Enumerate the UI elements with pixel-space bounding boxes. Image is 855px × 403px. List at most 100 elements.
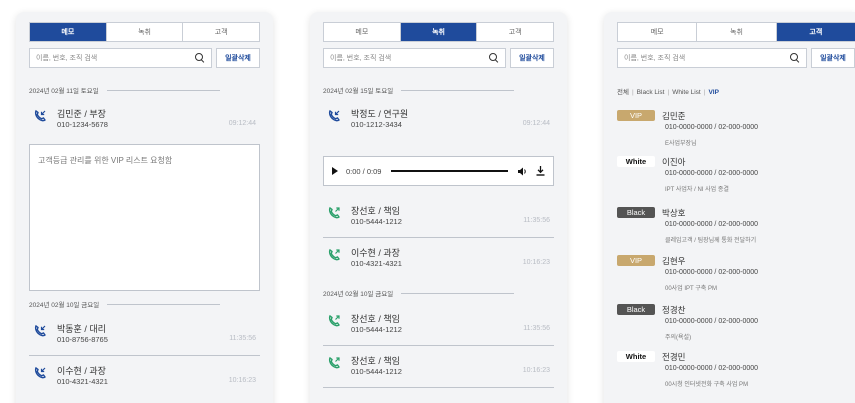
incoming-call-icon — [34, 109, 46, 122]
caller-name: 박동훈 / 대리 — [57, 324, 106, 334]
customer-note: 주의(욕설) — [665, 335, 692, 341]
search-placeholder: 이름, 번호, 조직 검색 — [624, 55, 686, 62]
divider — [323, 387, 554, 388]
customer-item[interactable]: White 이진아 010-0000-0000 / 02-000-0000 IP… — [617, 154, 851, 198]
customer-item[interactable]: Black 박상호 010-0000-0000 / 02-000-0000 클레… — [617, 205, 851, 249]
caller-name: 김민준 / 부장 — [57, 109, 106, 119]
caller-number: 010-5444-1212 — [351, 325, 402, 334]
volume-icon[interactable] — [518, 167, 528, 176]
search-row: 이름, 번호, 조직 검색 일괄삭제 — [617, 48, 855, 68]
date-separator: 2024년 02월 15일 토요일 — [323, 85, 554, 95]
search-icon[interactable] — [790, 53, 800, 63]
customer-note: 00사업 IPT 구축 PM — [665, 286, 717, 292]
customer-name: 김민준 — [662, 111, 686, 121]
tab-record[interactable]: 녹취 — [697, 23, 777, 41]
call-time: 11:35:56 — [523, 325, 550, 332]
filter-divider: | — [703, 89, 706, 96]
search-input[interactable]: 이름, 번호, 조직 검색 — [617, 48, 807, 68]
customer-item[interactable]: White 전경민 010-0000-0000 / 02-000-0000 00… — [617, 349, 851, 393]
call-item[interactable]: 박정도 / 연구원 010-1212-3434 09:12:44 — [323, 105, 554, 141]
call-item[interactable]: 김민준 / 부장 010-1234-5678 09:12:44 — [29, 105, 260, 141]
date-separator: 2024년 02월 10일 금요일 — [29, 299, 260, 309]
call-item[interactable]: 장선호 / 책임 010-5444-1212 10:16:23 — [323, 352, 554, 388]
call-time: 10:16:23 — [522, 367, 550, 374]
filter-all[interactable]: 전체 — [617, 89, 629, 96]
grade-badge: Black — [617, 304, 655, 315]
call-item[interactable]: 장선호 / 책임 010-5444-1212 11:35:56 — [323, 202, 554, 238]
caller-name: 박정도 / 연구원 — [351, 109, 409, 119]
tab-memo[interactable]: 메모 — [30, 23, 107, 41]
caller-number: 010-5444-1212 — [351, 367, 402, 376]
grade-badge: VIP — [617, 255, 655, 266]
customer-phones: 010-0000-0000 / 02-000-0000 — [665, 269, 759, 276]
customer-phones: 010-0000-0000 / 02-000-0000 — [665, 221, 759, 228]
delete-all-button[interactable]: 일괄삭제 — [216, 48, 260, 68]
call-time: 10:16:23 — [522, 259, 550, 266]
filter-black-list[interactable]: Black List — [637, 89, 665, 96]
caller-name: 이수현 / 과장 — [57, 366, 106, 376]
incoming-call-icon — [328, 109, 340, 122]
call-item[interactable]: 장선호 / 책임 010-5444-1212 11:35:56 — [323, 310, 554, 346]
search-input[interactable]: 이름, 번호, 조직 검색 — [323, 48, 506, 68]
customer-panel: 메모 녹취 고객 이름, 번호, 조직 검색 일괄삭제 전체 | Black Lis… — [604, 12, 855, 403]
memo-textarea[interactable]: 고객등급 관리를 위한 VIP 리스트 요청함 — [29, 144, 260, 291]
tab-memo[interactable]: 메모 — [618, 23, 698, 41]
memo-panel: 메모 녹취 고객 이름, 번호, 조직 검색 일괄삭제 2024년 02월 11… — [16, 12, 273, 403]
outgoing-call-icon — [328, 248, 340, 261]
date-separator: 2024년 02월 11일 토요일 — [29, 85, 260, 95]
customer-name: 김현우 — [662, 256, 686, 266]
tab-memo[interactable]: 메모 — [324, 23, 401, 41]
tab-record[interactable]: 녹취 — [107, 23, 184, 41]
date-separator: 2024년 02월 10일 금요일 — [323, 288, 554, 298]
customer-note: E사업부장님 — [665, 141, 697, 147]
caller-number: 010-8756-8765 — [57, 335, 108, 344]
play-icon[interactable] — [332, 167, 338, 175]
customer-phones: 010-0000-0000 / 02-000-0000 — [665, 318, 759, 325]
customer-item[interactable]: VIP 김민준 010-0000-0000 / 02-000-0000 E사업부… — [617, 108, 851, 152]
tab-customer[interactable]: 고객 — [183, 23, 259, 41]
filter-vip[interactable]: VIP — [708, 89, 718, 96]
filter-divider: | — [667, 89, 670, 96]
customer-filter: 전체 | Black List | White List | VIP — [617, 86, 719, 96]
divider — [323, 237, 554, 238]
call-time: 11:35:56 — [523, 217, 550, 224]
search-icon[interactable] — [195, 53, 205, 63]
tab-customer[interactable]: 고객 — [776, 23, 855, 41]
caller-number: 010-4321-4321 — [351, 259, 402, 268]
search-icon[interactable] — [489, 53, 499, 63]
incoming-call-icon — [34, 324, 46, 337]
customer-item[interactable]: Black 정경찬 010-0000-0000 / 02-000-0000 주의… — [617, 302, 851, 346]
call-item[interactable]: 이수현 / 과장 010-4321-4321 10:16:23 — [29, 362, 260, 398]
outgoing-call-icon — [328, 206, 340, 219]
customer-note: IPT 사업자 / NI 사업 종결 — [665, 187, 729, 193]
filter-white-list[interactable]: White List — [672, 89, 701, 96]
search-placeholder: 이름, 번호, 조직 검색 — [330, 55, 392, 62]
download-icon[interactable] — [536, 166, 545, 176]
grade-badge: White — [617, 351, 655, 362]
customer-note: 00시청 인터넷전화 구축 사업 PM — [665, 382, 749, 388]
customer-name: 이진아 — [662, 157, 686, 167]
divider — [29, 355, 260, 356]
tab-customer[interactable]: 고객 — [477, 23, 553, 41]
tab-bar: 메모 녹취 고객 — [323, 22, 554, 42]
filter-divider: | — [631, 89, 634, 96]
customer-item[interactable]: VIP 김현우 010-0000-0000 / 02-000-0000 00사업… — [617, 253, 851, 297]
search-input[interactable]: 이름, 번호, 조직 검색 — [29, 48, 212, 68]
customer-name: 전경민 — [662, 352, 686, 362]
call-item[interactable]: 박동훈 / 대리 010-8756-8765 11:35:56 — [29, 320, 260, 356]
delete-all-button[interactable]: 일괄삭제 — [510, 48, 554, 68]
divider — [323, 345, 554, 346]
caller-name: 장선호 / 책임 — [351, 314, 400, 324]
delete-all-button[interactable]: 일괄삭제 — [811, 48, 855, 68]
customer-name: 박상호 — [662, 208, 686, 218]
incoming-call-icon — [34, 366, 46, 379]
caller-name: 이수현 / 과장 — [351, 248, 400, 258]
progress-track[interactable] — [391, 170, 508, 172]
call-item[interactable]: 이수현 / 과장 010-4321-4321 10:16:23 — [323, 244, 554, 280]
grade-badge: Black — [617, 207, 655, 218]
caller-number: 010-1212-3434 — [351, 120, 402, 129]
tab-record[interactable]: 녹취 — [400, 23, 478, 41]
call-time: 09:12:44 — [228, 120, 256, 127]
grade-badge: VIP — [617, 110, 655, 121]
caller-number: 010-1234-5678 — [57, 120, 108, 129]
